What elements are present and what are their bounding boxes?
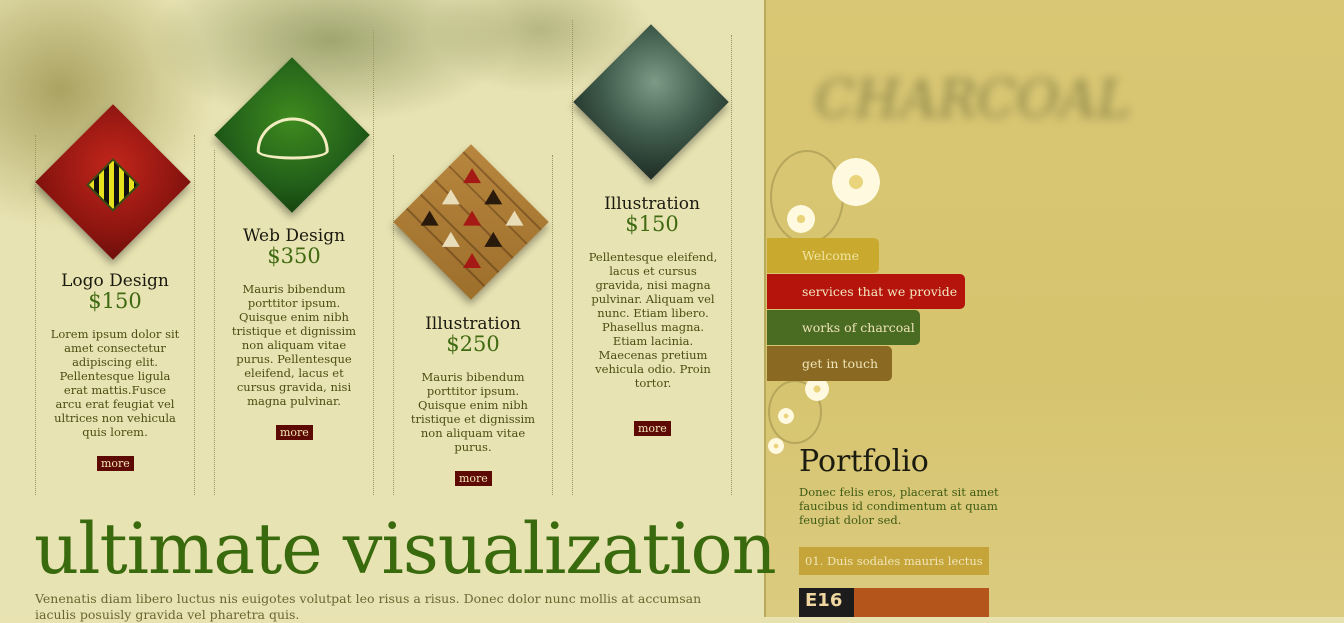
portfolio-description: Donec felis eros, placerat sit amet fauc… [799,485,999,527]
more-button[interactable]: more [97,456,134,471]
nav-services[interactable]: services that we provide [767,274,965,309]
leaf-icon [256,117,329,160]
service-price: $150 [88,289,142,313]
site-logo[interactable]: CHARCOAL [815,70,1131,140]
nav-contact[interactable]: get in touch [767,346,892,381]
service-title: Illustration [425,314,521,334]
column-line [35,135,36,495]
more-button[interactable]: more [634,421,671,436]
hazard-stripe-icon [86,157,140,212]
triangle-shape [463,210,482,226]
service-price: $350 [267,244,321,268]
triangle-shape [441,231,460,247]
service-description: Pellentesque eleifend, lacus et cursus g… [588,250,718,390]
column-line [214,150,215,495]
triangle-shape [441,189,460,205]
portfolio-thumb-label: E16 [805,590,843,611]
portfolio-item[interactable]: 01. Duis sodales mauris lectus [799,547,989,575]
column-line [731,35,732,495]
more-button[interactable]: more [276,425,313,440]
triangle-shape [420,210,439,226]
column-line [194,135,195,495]
triangle-shape [463,168,482,184]
nav-welcome[interactable]: Welcome [767,238,879,273]
flower-icon [832,158,880,206]
service-price: $250 [446,332,500,356]
portfolio-title: Portfolio [799,444,929,479]
service-title: Logo Design [61,271,169,291]
service-price: $150 [625,212,679,236]
more-button[interactable]: more [455,471,492,486]
triangle-shape [484,189,503,205]
service-title: Illustration [604,194,700,214]
triangle-shape [463,253,482,269]
triangle-shape [484,231,503,247]
flower-icon [768,438,784,454]
service-description: Mauris bibendum porttitor ipsum. Quisque… [231,282,357,408]
intro-text: Venenatis diam libero luctus nis euigote… [35,591,702,622]
flower-icon [778,408,794,424]
page-headline: ultimate visualization [34,508,777,590]
column-line [572,20,573,495]
service-description: Mauris bibendum porttitor ipsum. Quisque… [410,370,536,454]
service-title: Web Design [242,226,346,246]
nav-works[interactable]: works of charcoal [767,310,920,345]
triangle-shape [505,210,524,226]
flower-icon [787,205,815,233]
service-description: Lorem ipsum dolor sit amet consectetur a… [50,327,180,439]
